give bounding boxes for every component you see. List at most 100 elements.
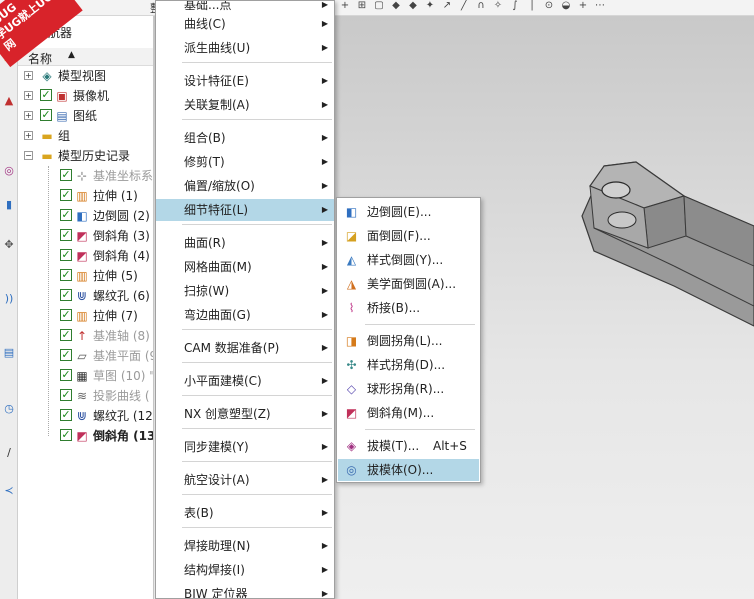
menu-item[interactable]: 曲面(R) ▶ [156,232,334,254]
tree-row[interactable]: ✓ ▥ 拉伸 (7) [18,306,153,326]
menu-item[interactable]: 修剪(T) ▶ [156,151,334,173]
visibility-checkbox[interactable]: ✓ [60,269,72,281]
menu-item[interactable]: 关联复制(A) ▶ [156,94,334,116]
box-icon[interactable]: ▢ [372,0,386,12]
expand-icon[interactable]: + [24,91,33,100]
cube-icon[interactable]: ◆ [389,0,403,12]
cube-blue-icon[interactable]: ◆ [406,0,420,12]
visibility-checkbox[interactable]: ✓ [60,309,72,321]
history-icon[interactable]: ≺ [2,484,16,498]
curve-icon[interactable]: ∫ [508,0,522,12]
tree-row[interactable]: ✓ ◩ 倒斜角 (13 [18,426,153,446]
submenu-item[interactable]: ◮ 美学面倒圆(A)... [338,273,479,295]
collapse-icon[interactable]: − [24,151,33,160]
expand-icon[interactable]: + [24,71,33,80]
line-icon[interactable]: ╱ [457,0,471,12]
part-icon[interactable]: ▮ [2,198,16,212]
tree-row[interactable]: ✓ ◩ 倒斜角 (4) [18,246,153,266]
shade-icon[interactable]: ◒ [559,0,573,12]
visibility-checkbox[interactable]: ✓ [60,349,72,361]
submenu-item[interactable]: ◭ 样式倒圆(Y)... [338,249,479,271]
grid-icon[interactable]: ⊞ [355,0,369,12]
navigator-column-header[interactable]: 名称 ▲ [18,48,153,67]
more-icon[interactable]: ⋯ [593,0,607,12]
tree-row[interactable]: + ✓ ▤ 图纸 [18,106,153,126]
tree-row[interactable]: ✓ ▱ 基准平面 (9 [18,346,153,366]
tree-row[interactable]: ✓ ≋ 投影曲线 ( [18,386,153,406]
visibility-checkbox[interactable]: ✓ [40,109,52,121]
expand-icon[interactable]: + [24,131,33,140]
visibility-checkbox[interactable]: ✓ [60,209,72,221]
warning-icon[interactable]: ▲ [2,94,16,108]
menu-item[interactable]: 航空设计(A) ▶ [156,469,334,491]
sort-indicator-icon[interactable]: ▲ [68,50,75,60]
tree-row[interactable]: + ✓ ▣ 摄像机 [18,86,153,106]
visibility-checkbox[interactable]: ✓ [40,89,52,101]
visibility-checkbox[interactable]: ✓ [60,229,72,241]
menu-item[interactable]: 同步建模(Y) ▶ [156,436,334,458]
tree-row[interactable]: ✓ ⋓ 螺纹孔 (12 [18,406,153,426]
menu-item[interactable]: 弯边曲面(G) ▶ [156,304,334,326]
part-model-graphic[interactable] [574,156,754,356]
menu-item[interactable]: 焊接助理(N) ▶ [156,535,334,557]
menu-item[interactable]: 设计特征(E) ▶ [156,70,334,92]
visibility-checkbox[interactable]: ✓ [60,409,72,421]
visibility-checkbox[interactable]: ✓ [60,169,72,181]
submenu-item[interactable]: ◎ 拔模体(O)... [338,459,479,481]
tree-row[interactable]: ✓ ↑ 基准轴 (8) [18,326,153,346]
menu-item[interactable]: 细节特征(L) ▶ [156,199,334,221]
tree-row[interactable]: ✓ ◧ 边倒圆 (2) [18,206,153,226]
snap-icon[interactable]: + [338,0,352,12]
menu-item[interactable]: 派生曲线(U) ▶ [156,37,334,59]
submenu-item[interactable]: ◇ 球形拐角(R)... [338,378,479,400]
menu-item[interactable]: 曲线(C) ▶ [156,13,334,35]
tree-row[interactable]: ✓ ▥ 拉伸 (1) [18,186,153,206]
pen-icon[interactable]: ∕ [2,446,16,460]
expand-icon[interactable]: + [24,111,33,120]
pipe-icon[interactable]: │ [525,0,539,12]
visibility-checkbox[interactable]: ✓ [60,389,72,401]
menu-item[interactable]: 表(B) ▶ [156,502,334,524]
submenu-item[interactable]: ⌇ 桥接(B)... [338,297,479,319]
constraint-icon[interactable]: ✥ [2,238,16,252]
submenu-item[interactable]: ◧ 边倒圆(E)... [338,201,479,223]
tree-row[interactable]: ✓ ⊹ 基准坐标系 [18,166,153,186]
tree-row[interactable]: + ▬ 组 [18,126,153,146]
star-icon[interactable]: ✧ [491,0,505,12]
menu-item[interactable]: 网格曲面(M) ▶ [156,256,334,278]
menu-item[interactable]: 组合(B) ▶ [156,127,334,149]
spin-icon[interactable]: ⊙ [542,0,556,12]
visibility-checkbox[interactable]: ✓ [60,429,72,441]
visibility-checkbox[interactable]: ✓ [60,289,72,301]
submenu-item[interactable]: ◪ 面倒圆(F)... [338,225,479,247]
menu-item[interactable]: CAM 数据准备(P) ▶ [156,337,334,359]
submenu-item[interactable]: ◨ 倒圆拐角(L)... [338,330,479,352]
submenu-item[interactable]: ◈ 拔模(T)... Alt+S [338,435,479,457]
menu-item[interactable]: 结构焊接(I) ▶ [156,559,334,581]
arrow-icon[interactable]: ↗ [440,0,454,12]
plus-icon[interactable]: + [576,0,590,12]
menu-item[interactable]: 偏置/缩放(O) ▶ [156,175,334,197]
tree-row[interactable]: ✓ ▦ 草图 (10) " [18,366,153,386]
signal-icon[interactable]: )) [2,292,16,306]
clock-icon[interactable]: ◷ [2,402,16,416]
menu-item[interactable]: 小平面建模(C) ▶ [156,370,334,392]
tree-row[interactable]: + ◈ 模型视图 [18,66,153,86]
visibility-checkbox[interactable]: ✓ [60,329,72,341]
visibility-checkbox[interactable]: ✓ [60,249,72,261]
visibility-checkbox[interactable]: ✓ [60,369,72,381]
submenu-item[interactable]: ◩ 倒斜角(M)... [338,402,479,424]
tree-row[interactable]: ✓ ▥ 拉伸 (5) [18,266,153,286]
column-name-label[interactable]: 名称 [28,50,52,67]
tree-row[interactable]: ✓ ◩ 倒斜角 (3) [18,226,153,246]
tree-row[interactable]: ✓ ⋓ 螺纹孔 (6) [18,286,153,306]
menu-item[interactable]: 扫掠(W) ▶ [156,280,334,302]
submenu-item[interactable]: ✣ 样式拐角(D)... [338,354,479,376]
menu-item[interactable]: NX 创意塑型(Z) ▶ [156,403,334,425]
visibility-checkbox[interactable]: ✓ [60,189,72,201]
document-icon[interactable]: ▤ [2,346,16,360]
assembly-icon[interactable]: ◎ [2,164,16,178]
tree-row[interactable]: − ▬ 模型历史记录 [18,146,153,166]
point-icon[interactable]: ✦ [423,0,437,12]
menu-item[interactable]: BIW 定位器 ▶ [156,583,334,598]
